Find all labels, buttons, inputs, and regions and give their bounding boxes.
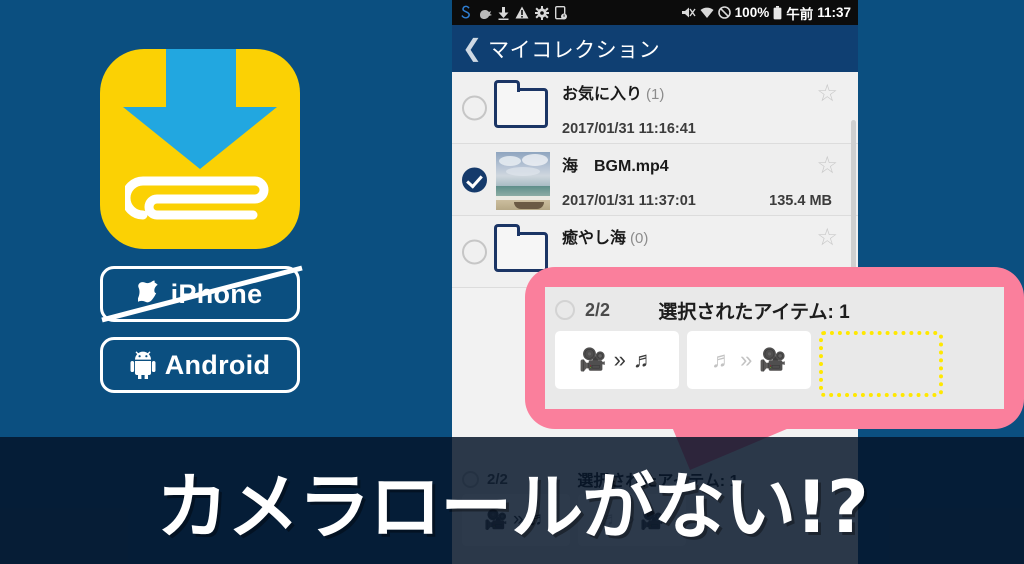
video-thumbnail (494, 151, 550, 210)
row-count: (0) (630, 230, 649, 247)
arrow-head (123, 107, 277, 169)
battery-percent: 100% (734, 5, 770, 20)
android-badge-label: Android (164, 349, 271, 380)
list-scrollbar[interactable] (851, 120, 856, 270)
callout-buttons: 🎥 » ♬ ♬ » 🎥 (555, 331, 994, 397)
poster-canvas: iPhone Android 100% 午前 11:37 ❮ マイコレクション … (0, 0, 1024, 564)
arrow-stem (166, 49, 236, 115)
row-title-text: 癒やし海 (562, 230, 627, 247)
table-row[interactable]: お気に入り (1) 2017/01/31 11:16:41 ☆ (452, 72, 858, 144)
missing-camera-roll-highlight (819, 331, 943, 397)
page-title: マイコレクション (488, 38, 661, 62)
folder-icon (494, 79, 550, 136)
download-clip-app-icon (100, 49, 300, 249)
callout-meta-row: 2/2 選択されたアイテム: 1 (555, 293, 994, 327)
bottom-banner: カメラロールがない!? (0, 437, 1024, 564)
collection-list: お気に入り (1) 2017/01/31 11:16:41 ☆ 海 BGM.mp4… (452, 72, 858, 288)
battery-icon (773, 5, 782, 20)
download-arrow-icon (498, 6, 509, 20)
mute-icon (681, 6, 696, 19)
row-title: 癒やし海 (0) (562, 224, 648, 248)
page-indicator: 2/2 (585, 299, 611, 320)
highlight-callout: 2/2 選択されたアイテム: 1 🎥 » ♬ ♬ » 🎥 (525, 267, 1024, 429)
app-bar: ❮ マイコレクション (452, 25, 858, 72)
wifi-icon (700, 7, 714, 19)
table-row[interactable]: 海 BGM.mp4 2017/01/31 11:37:01 135.4 MB ☆ (452, 144, 858, 216)
iphone-badge: iPhone (100, 266, 300, 322)
row-title: 海 BGM.mp4 (562, 152, 669, 176)
music-note-icon: ♬ (632, 347, 655, 372)
star-outline-icon[interactable]: ☆ (816, 154, 838, 178)
star-outline-icon[interactable]: ☆ (816, 226, 838, 250)
callout-inner-panel: 2/2 選択されたアイテム: 1 🎥 » ♬ ♬ » 🎥 (545, 287, 1004, 409)
no-sim-icon (717, 6, 731, 19)
video-to-audio-button[interactable]: 🎥 » ♬ (555, 331, 679, 389)
status-bar-left-icons (459, 5, 681, 20)
movie-camera-icon: 🎥 (579, 347, 607, 372)
arrows-icon: » (740, 347, 753, 372)
music-note-icon: ♬ (711, 347, 734, 372)
movie-camera-icon: 🎥 (759, 347, 787, 372)
banner-headline: カメラロールがない!? (156, 465, 869, 549)
arrows-icon: » (613, 347, 626, 372)
s-logo-icon (459, 5, 472, 20)
status-bar-right: 100% 午前 11:37 (681, 3, 851, 23)
row-date: 2017/01/31 11:16:41 (562, 121, 696, 137)
document-sync-icon (555, 5, 567, 20)
paperclip-icon (125, 176, 269, 220)
audio-to-video-button[interactable]: ♬ » 🎥 (687, 331, 811, 389)
iphone-badge-label: iPhone (170, 278, 263, 309)
row-checkbox[interactable] (462, 239, 487, 264)
select-all-circle-icon[interactable] (555, 300, 575, 320)
status-meridiem: 午前 (786, 6, 814, 22)
row-checkbox[interactable] (462, 95, 487, 120)
row-checkbox[interactable] (462, 167, 487, 192)
status-bar: 100% 午前 11:37 (452, 0, 858, 25)
row-title: お気に入り (1) (562, 80, 664, 104)
warning-triangle-icon (515, 6, 529, 19)
status-clock: 11:37 (817, 5, 851, 20)
row-title-text: お気に入り (562, 86, 643, 103)
chevron-left-icon[interactable]: ❮ (462, 36, 482, 61)
row-count: (1) (646, 86, 665, 103)
selected-items-label: 選択されたアイテム: 1 (658, 301, 850, 323)
apple-logo-icon (137, 280, 158, 303)
star-outline-icon[interactable]: ☆ (816, 82, 838, 106)
hand-gesture-icon (478, 6, 492, 20)
row-filesize: 135.4 MB (769, 193, 832, 209)
android-badge: Android (100, 337, 300, 393)
android-robot-icon (130, 351, 156, 379)
row-date: 2017/01/31 11:37:01 (562, 193, 696, 209)
gear-icon (535, 5, 549, 20)
row-title-text: 海 BGM.mp4 (562, 158, 669, 175)
